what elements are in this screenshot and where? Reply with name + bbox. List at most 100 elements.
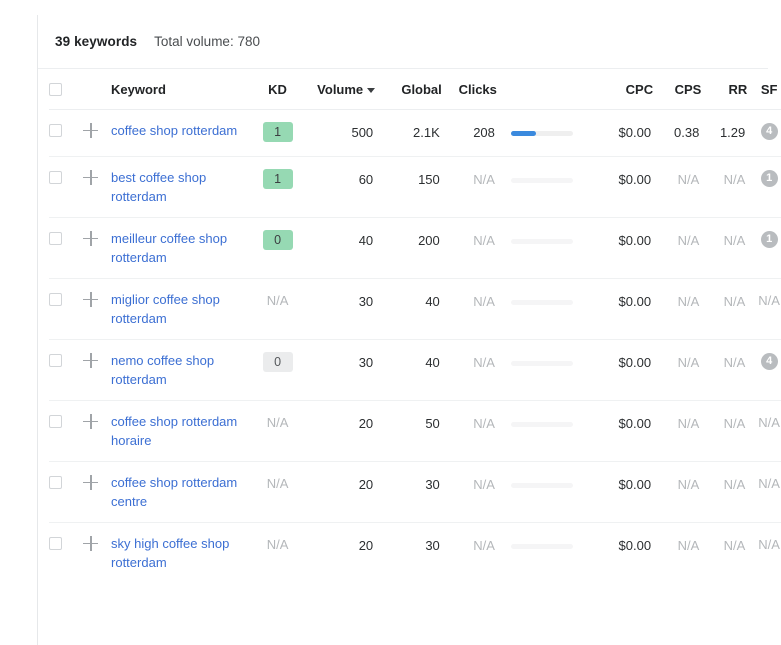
table-body: coffee shop rotterdam 1 500 2.1K 208 $0.00 0.3… — [49, 109, 781, 584]
clicks-bar-cell — [496, 278, 594, 340]
row-add-cell — [83, 217, 112, 279]
column-header-global[interactable]: Global — [375, 69, 442, 110]
row-add-cell — [83, 109, 112, 157]
plus-icon[interactable] — [83, 123, 99, 138]
rr-cell: 1.29 — [701, 109, 748, 157]
clicks-cell: N/A — [441, 278, 497, 340]
clicks-bar-cell — [497, 523, 593, 584]
volume-cell: 20 — [303, 461, 376, 523]
volume-cell: 20 — [303, 400, 376, 462]
sf-cell: 4 — [747, 109, 781, 157]
row-select-cell — [49, 339, 84, 401]
plus-icon[interactable] — [83, 292, 99, 307]
clicks-bar-header — [496, 69, 594, 110]
column-header-kd[interactable]: KD — [251, 69, 304, 110]
clicks-bar-cell — [496, 217, 594, 279]
rr-cell: N/A — [701, 461, 748, 523]
keyword-cell: sky high coffee shop rotterdam — [111, 523, 251, 584]
table-row[interactable]: meilleur coffee shop rotterdam 0 40 200 N/A $… — [49, 217, 781, 279]
column-header-cps[interactable]: CPS — [653, 69, 702, 110]
column-header-volume-label: Volume — [317, 81, 364, 97]
row-checkbox[interactable] — [49, 415, 62, 428]
plus-icon[interactable] — [83, 170, 99, 185]
volume-cell: 30 — [303, 339, 376, 401]
keyword-link[interactable]: coffee shop rotterdam centre — [111, 462, 251, 522]
kd-badge: 1 — [262, 169, 293, 189]
table-row[interactable]: nemo coffee shop rotterdam 0 30 40 N/A $0.00 N… — [49, 339, 781, 401]
global-volume-cell: 40 — [375, 339, 442, 401]
kd-cell: 0 — [251, 217, 304, 279]
select-all-checkbox[interactable] — [49, 82, 62, 96]
clicks-bar-cell — [496, 400, 594, 462]
row-checkbox[interactable] — [49, 354, 62, 367]
clicks-bar-track — [510, 361, 573, 366]
table-header-row: Keyword KD Volume Global Clicks CPC CPS … — [49, 69, 781, 110]
table-row[interactable]: sky high coffee shop rotterdam N/A 20 30 N/A… — [49, 523, 781, 584]
plus-icon[interactable] — [83, 475, 99, 490]
row-checkbox[interactable] — [49, 171, 62, 184]
column-header-rr[interactable]: RR — [701, 69, 748, 110]
global-volume-cell: 2.1K — [375, 109, 442, 157]
clicks-bar-fill — [510, 131, 536, 136]
sf-badge: 1 — [760, 231, 778, 248]
keyword-link[interactable]: sky high coffee shop rotterdam — [111, 523, 251, 583]
row-checkbox[interactable] — [49, 232, 62, 245]
keyword-count-label: 39 keywords — [55, 34, 138, 49]
column-header-keyword[interactable]: Keyword — [111, 69, 252, 110]
keyword-link[interactable]: miglior coffee shop rotterdam — [111, 279, 251, 339]
row-checkbox[interactable] — [49, 124, 62, 137]
row-add-cell — [83, 156, 112, 218]
volume-cell: 20 — [358, 538, 374, 553]
keyword-link[interactable]: best coffee shop rotterdam — [111, 157, 251, 217]
kd-cell: N/A — [251, 400, 304, 462]
row-select-cell — [49, 217, 84, 279]
keyword-cell: coffee shop rotterdam centre — [111, 461, 252, 523]
kd-cell: 1 — [251, 156, 304, 218]
screenshot-viewport: 39 keywords Total volume: 780 Keyword KD — [0, 0, 781, 645]
column-header-sf[interactable]: SF — [747, 69, 781, 110]
kd-badge: 0 — [262, 352, 293, 372]
cps-cell: N/A — [653, 278, 702, 340]
plus-icon[interactable] — [83, 414, 99, 429]
row-checkbox[interactable] — [49, 537, 62, 550]
cps-cell: N/A — [653, 217, 702, 279]
keyword-link[interactable]: meilleur coffee shop rotterdam — [111, 218, 251, 278]
keyword-cell: best coffee shop rotterdam — [111, 156, 252, 218]
keyword-link[interactable]: nemo coffee shop rotterdam — [111, 340, 251, 400]
table-row[interactable]: coffee shop rotterdam 1 500 2.1K 208 $0.00 0.3… — [49, 109, 781, 157]
row-select-cell — [49, 109, 84, 157]
table-row[interactable]: best coffee shop rotterdam 1 60 150 N/A $0.00… — [49, 156, 781, 218]
clicks-bar-track — [510, 422, 573, 427]
table-row[interactable]: miglior coffee shop rotterdam N/A 30 40 N/A $… — [49, 278, 781, 340]
sf-cell: N/A — [747, 400, 781, 462]
row-checkbox[interactable] — [49, 476, 62, 489]
plus-icon[interactable] — [83, 353, 99, 368]
expand-header — [83, 69, 112, 110]
kd-badge: 1 — [262, 122, 293, 142]
keyword-link[interactable]: coffee shop rotterdam — [111, 110, 251, 151]
clicks-bar-cell — [496, 156, 594, 218]
row-checkbox[interactable] — [49, 293, 62, 306]
total-volume-label: Total volume: 780 — [154, 34, 260, 49]
kd-cell: 1 — [251, 109, 304, 157]
table-row[interactable]: coffee shop rotterdam horaire N/A 20 50 N/A $… — [49, 400, 781, 462]
column-header-clicks[interactable]: Clicks — [441, 69, 497, 110]
plus-icon[interactable] — [83, 231, 99, 246]
column-header-volume[interactable]: Volume — [303, 69, 376, 110]
clicks-bar-cell — [496, 461, 594, 523]
sf-value: N/A — [758, 476, 780, 491]
clicks-bar-track — [510, 483, 573, 488]
plus-icon[interactable] — [83, 536, 99, 551]
keyword-cell: coffee shop rotterdam horaire — [111, 400, 252, 462]
clicks-bar-track — [510, 131, 573, 136]
row-add-cell — [83, 461, 112, 523]
table-row[interactable]: coffee shop rotterdam centre N/A 20 30 N/A $0… — [49, 461, 781, 523]
clicks-bar-track — [510, 178, 573, 183]
clicks-bar-cell — [496, 109, 594, 157]
volume-cell: 30 — [303, 278, 376, 340]
keyword-link[interactable]: coffee shop rotterdam horaire — [111, 401, 251, 461]
row-add-cell — [83, 400, 112, 462]
cps-cell: N/A — [677, 538, 700, 553]
column-header-cpc[interactable]: CPC — [593, 69, 654, 110]
global-volume-cell: 50 — [375, 400, 442, 462]
